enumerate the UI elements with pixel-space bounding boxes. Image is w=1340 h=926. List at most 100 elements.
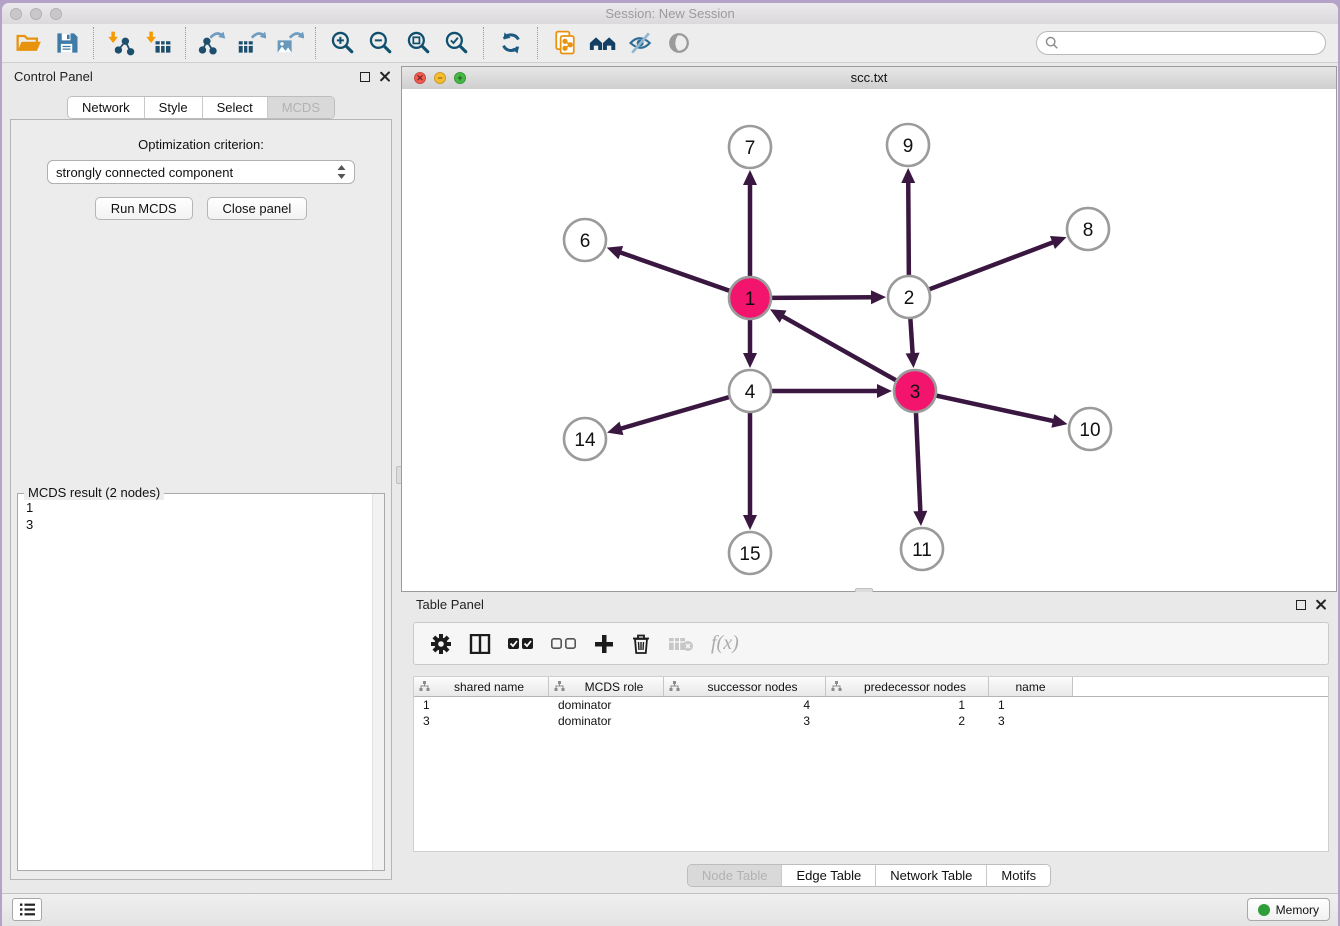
zoom-in-icon[interactable] (324, 26, 362, 60)
clone-network-icon[interactable] (546, 26, 584, 60)
delete-table-icon[interactable] (668, 635, 694, 653)
window-minimize-button[interactable] (30, 8, 42, 20)
graph-node-3[interactable]: 3 (894, 370, 936, 412)
svg-text:11: 11 (912, 540, 932, 561)
tab-network[interactable]: Network (68, 97, 145, 118)
tab-mcds[interactable]: MCDS (268, 97, 334, 118)
tab-edge-table[interactable]: Edge Table (782, 865, 876, 886)
show-all-networks-icon[interactable] (584, 26, 622, 60)
tab-motifs[interactable]: Motifs (987, 865, 1050, 886)
cell-shared-name[interactable]: 3 (414, 713, 549, 729)
graph-node-10[interactable]: 10 (1069, 408, 1111, 450)
graph-node-2[interactable]: 2 (888, 276, 930, 318)
import-table-icon[interactable] (140, 26, 178, 60)
search-input[interactable] (1065, 35, 1317, 52)
cell-name[interactable]: 1 (989, 697, 1073, 713)
window-zoom-button[interactable] (50, 8, 62, 20)
column-header-successor-nodes[interactable]: successor nodes (664, 677, 826, 696)
memory-button[interactable]: Memory (1247, 898, 1330, 921)
search-icon (1045, 36, 1059, 50)
column-header-predecessor-nodes[interactable]: predecessor nodes (826, 677, 989, 696)
cell-successor-nodes[interactable]: 4 (664, 697, 826, 713)
svg-text:4: 4 (745, 382, 756, 403)
delete-row-icon[interactable] (631, 633, 651, 655)
result-scrollbar[interactable] (372, 494, 384, 870)
float-panel-icon[interactable] (360, 72, 370, 82)
main-toolbar (2, 24, 1338, 63)
add-row-icon[interactable] (594, 634, 614, 654)
search-box[interactable] (1036, 31, 1326, 55)
graph-node-8[interactable]: 8 (1067, 208, 1109, 250)
run-mcds-button[interactable]: Run MCDS (95, 197, 193, 220)
network-minimize-button[interactable]: − (434, 72, 446, 84)
edge-2-3[interactable] (910, 318, 912, 356)
export-table-icon[interactable] (232, 26, 270, 60)
export-image-icon[interactable] (270, 26, 308, 60)
import-network-icon[interactable] (102, 26, 140, 60)
edge-3-11[interactable] (916, 412, 921, 514)
graph-node-11[interactable]: 11 (901, 528, 943, 570)
edge-4-14[interactable] (619, 397, 730, 429)
cell-MCDS-role[interactable]: dominator (549, 713, 664, 729)
column-type-icon (419, 681, 430, 692)
export-network-icon[interactable] (194, 26, 232, 60)
cell-MCDS-role[interactable]: dominator (549, 697, 664, 713)
graph-node-9[interactable]: 9 (887, 124, 929, 166)
edge-2-9[interactable] (908, 180, 909, 276)
network-zoom-button[interactable]: + (454, 72, 466, 84)
network-view-window: ✕ − + scc.txt 7968124314101511 (401, 66, 1337, 592)
tab-network-table[interactable]: Network Table (876, 865, 987, 886)
node-table[interactable]: shared nameMCDS rolesuccessor nodesprede… (413, 676, 1329, 852)
svg-text:1: 1 (745, 289, 756, 310)
tab-select[interactable]: Select (203, 97, 268, 118)
cell-shared-name[interactable]: 1 (414, 697, 549, 713)
graph-node-4[interactable]: 4 (729, 370, 771, 412)
cell-name[interactable]: 3 (989, 713, 1073, 729)
task-history-button[interactable] (12, 898, 42, 921)
column-header-name[interactable]: name (989, 677, 1073, 696)
save-session-icon[interactable] (48, 26, 86, 60)
table-row[interactable]: 3dominator323 (414, 713, 1328, 729)
graph-node-14[interactable]: 14 (564, 418, 606, 460)
tab-style[interactable]: Style (145, 97, 203, 118)
table-row[interactable]: 1dominator411 (414, 697, 1328, 713)
deselect-all-rows-icon[interactable] (551, 637, 577, 650)
edge-3-10[interactable] (936, 395, 1056, 421)
edge-2-8[interactable] (929, 241, 1056, 289)
float-table-panel-icon[interactable] (1296, 600, 1306, 610)
cell-predecessor-nodes[interactable]: 2 (826, 713, 989, 729)
zoom-out-icon[interactable] (362, 26, 400, 60)
graph-node-15[interactable]: 15 (729, 532, 771, 574)
network-canvas[interactable]: 7 9 6 8 1 2 4 3 14 10 15 11 (402, 89, 1336, 591)
show-columns-icon[interactable] (469, 634, 491, 654)
mcds-result-box[interactable]: 1 3 (18, 494, 384, 870)
graph-node-7[interactable]: 7 (729, 126, 771, 168)
edge-3-1[interactable] (780, 315, 896, 381)
window-close-button[interactable] (10, 8, 22, 20)
table-settings-icon[interactable] (430, 633, 452, 655)
close-panel-button[interactable]: Close panel (207, 197, 308, 220)
hide-panels-icon[interactable] (622, 26, 660, 60)
select-all-rows-icon[interactable] (508, 637, 534, 650)
network-close-button[interactable]: ✕ (414, 72, 426, 84)
open-session-icon[interactable] (10, 26, 48, 60)
application-window: Session: New Session (2, 3, 1338, 926)
refresh-view-icon[interactable] (492, 26, 530, 60)
close-table-panel-icon[interactable] (1315, 599, 1326, 610)
close-panel-icon[interactable] (379, 71, 390, 82)
edge-arrowhead (1051, 414, 1067, 428)
zoom-selected-icon[interactable] (438, 26, 476, 60)
zoom-fit-icon[interactable] (400, 26, 438, 60)
column-header-MCDS-role[interactable]: MCDS role (549, 677, 664, 696)
graph-node-1[interactable]: 1 (729, 277, 771, 319)
column-header-shared-name[interactable]: shared name (414, 677, 549, 696)
edge-1-6[interactable] (618, 252, 730, 291)
edge-1-2[interactable] (771, 297, 874, 298)
function-builder-icon[interactable]: f(x) (711, 632, 739, 655)
cell-successor-nodes[interactable]: 3 (664, 713, 826, 729)
graph-node-6[interactable]: 6 (564, 219, 606, 261)
tab-node-table[interactable]: Node Table (688, 865, 783, 886)
graphics-details-icon[interactable] (660, 26, 698, 60)
cell-predecessor-nodes[interactable]: 1 (826, 697, 989, 713)
optimization-select[interactable]: strongly connected component (47, 160, 355, 184)
